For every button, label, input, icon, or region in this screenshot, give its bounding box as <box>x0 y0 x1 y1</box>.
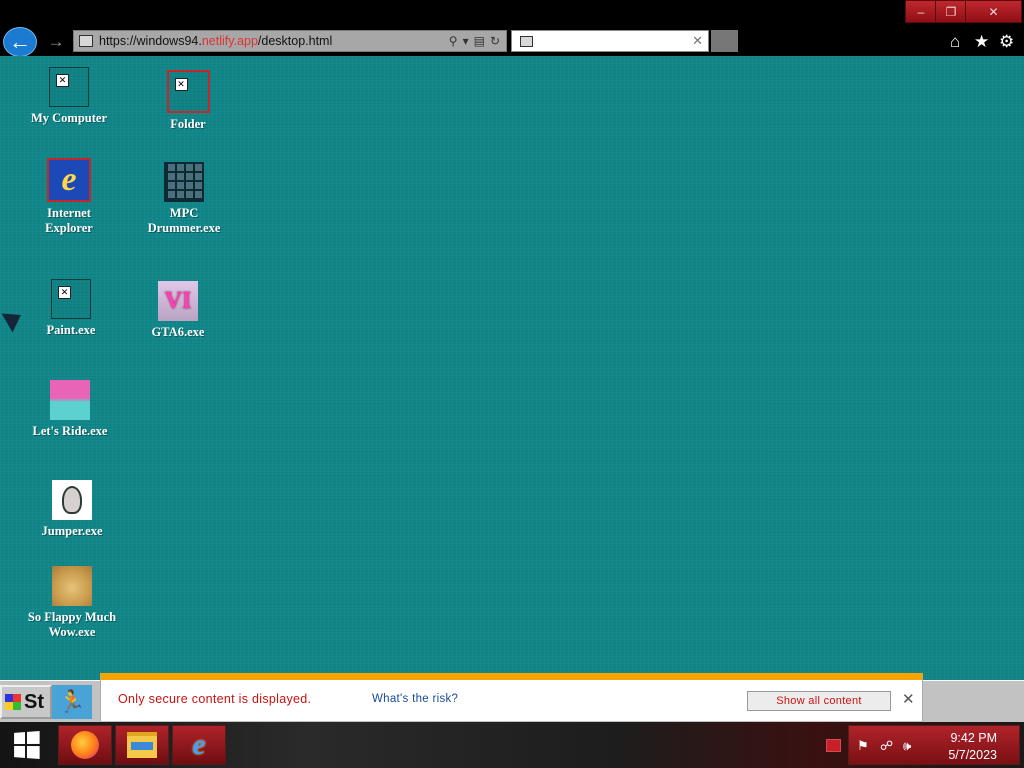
whats-the-risk-link[interactable]: What's the risk? <box>372 693 458 705</box>
icon-label: Jumper.exe <box>41 524 103 538</box>
browser-toolbar: ← → https://windows94.netlify.app/deskto… <box>0 26 1024 57</box>
ie-logo: e <box>61 161 77 198</box>
w94-start-button[interactable]: St <box>0 685 52 719</box>
page-icon <box>520 36 533 47</box>
icon-label: GTA6.exe <box>151 325 205 339</box>
compatibility-icon[interactable]: ▤ <box>474 34 485 48</box>
windows-taskbar: e ⚑ ☍ 🕪 9:42 PM 5/7/2023 <box>0 722 1024 768</box>
gta6-logo: VI <box>164 287 192 314</box>
broken-image-icon <box>51 279 91 319</box>
favorites-star-icon[interactable]: ★ <box>974 32 989 52</box>
clock[interactable]: 9:42 PM 5/7/2023 <box>948 730 997 764</box>
dropdown-icon[interactable]: ▾ <box>463 34 469 48</box>
internet-explorer-icon: e <box>47 158 91 202</box>
taskbar-file-explorer[interactable] <box>115 725 169 765</box>
desktop-icon-jumper[interactable]: Jumper.exe <box>24 480 120 539</box>
windows-flag-icon <box>5 694 21 710</box>
settings-gear-icon[interactable]: ⚙ <box>999 32 1014 52</box>
start-button[interactable] <box>0 722 52 768</box>
desktop-icon-gta6[interactable]: VI GTA6.exe <box>130 281 226 340</box>
home-icon[interactable]: ⌂ <box>950 32 960 52</box>
back-button[interactable]: ← <box>3 27 37 57</box>
show-all-content-button[interactable]: Show all content <box>747 691 891 711</box>
broken-image-icon <box>49 67 89 107</box>
start-label: St <box>24 691 44 713</box>
page-icon <box>79 35 93 47</box>
jumper-icon <box>52 480 92 520</box>
forward-button[interactable]: → <box>46 32 66 52</box>
firefox-icon <box>71 731 99 759</box>
address-bar[interactable]: https://windows94.netlify.app/desktop.ht… <box>73 30 507 52</box>
back-arrow-icon: ← <box>9 29 31 54</box>
desktop-icon-flappy[interactable]: So Flappy Much Wow.exe <box>24 566 120 640</box>
doge-icon <box>52 566 92 606</box>
icon-label: Folder <box>170 117 206 131</box>
drum-pad-icon <box>164 162 204 202</box>
desktop-icon-lets-ride[interactable]: Let's Ride.exe <box>22 380 118 439</box>
new-tab-button[interactable] <box>711 30 738 52</box>
close-window-button[interactable]: ✕ <box>965 0 1022 23</box>
minimize-button[interactable]: – <box>905 0 937 23</box>
search-icon[interactable]: ⚲ <box>449 34 458 48</box>
system-tray: ⚑ ☍ 🕪 9:42 PM 5/7/2023 <box>848 725 1020 765</box>
broken-image-icon <box>166 70 210 113</box>
desktop-area[interactable]: My Computer Folder e Internet Explorer M… <box>0 56 1024 680</box>
url-text[interactable]: https://windows94.netlify.app/desktop.ht… <box>99 34 332 48</box>
close-tab-icon[interactable]: ✕ <box>692 33 703 49</box>
title-bar: – ❐ ✕ <box>0 0 1024 26</box>
taskbar-firefox[interactable] <box>58 725 112 765</box>
notification-message: Only secure content is displayed. <box>118 692 312 706</box>
windows-logo-icon <box>14 731 40 759</box>
network-icon[interactable]: ☍ <box>880 738 893 754</box>
desktop-icon-folder[interactable]: Folder <box>140 70 236 132</box>
gta6-icon: VI <box>158 281 198 321</box>
lets-ride-icon <box>50 380 90 420</box>
jumper-character <box>62 486 82 514</box>
icon-label: Paint.exe <box>46 323 96 337</box>
close-notification-icon[interactable]: ✕ <box>902 690 915 708</box>
clock-date: 5/7/2023 <box>948 748 997 762</box>
refresh-icon[interactable]: ↻ <box>490 34 500 48</box>
url-prefix: https://windows94. <box>99 34 202 48</box>
file-explorer-icon <box>127 732 157 758</box>
running-man-icon[interactable]: 🏃 <box>52 685 92 719</box>
url-domain: netlify.app <box>201 34 258 48</box>
clock-time: 9:42 PM <box>950 731 997 745</box>
show-hidden-icons-icon[interactable] <box>826 739 841 752</box>
icon-label: MPC Drummer.exe <box>147 206 221 235</box>
security-notification-bar: Only secure content is displayed. What's… <box>100 673 923 721</box>
internet-explorer-icon: e <box>192 728 206 761</box>
tab-desktop[interactable]: ✕ <box>511 30 709 52</box>
forward-arrow-icon: → <box>47 32 65 51</box>
action-center-flag-icon[interactable]: ⚑ <box>857 738 869 754</box>
volume-icon[interactable]: 🕪 <box>903 738 911 754</box>
desktop-icon-mpc-drummer[interactable]: MPC Drummer.exe <box>136 162 232 236</box>
icon-label: So Flappy Much Wow.exe <box>27 610 117 639</box>
taskbar-internet-explorer[interactable]: e <box>172 725 226 765</box>
desktop-icon-internet-explorer[interactable]: e Internet Explorer <box>21 158 117 236</box>
icon-label: Let's Ride.exe <box>32 424 108 438</box>
restore-button[interactable]: ❐ <box>935 0 967 23</box>
url-path: /desktop.html <box>257 34 333 48</box>
desktop-icon-paint[interactable]: Paint.exe <box>23 279 119 338</box>
icon-label: Internet Explorer <box>45 206 93 235</box>
icon-label: My Computer <box>30 111 108 125</box>
desktop-icon-my-computer[interactable]: My Computer <box>21 67 117 126</box>
